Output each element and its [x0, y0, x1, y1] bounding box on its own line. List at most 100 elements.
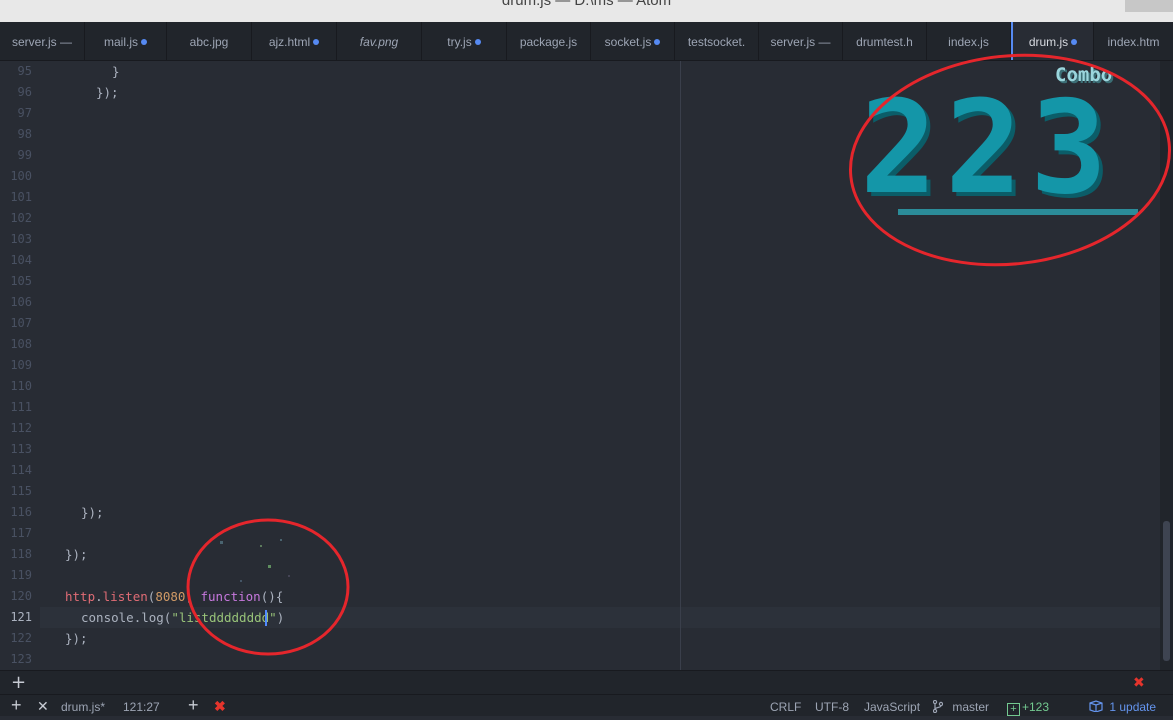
line-number: 96 — [17, 85, 32, 99]
tab-label: abc.jpg — [189, 35, 229, 49]
line-number: 119 — [10, 568, 32, 582]
token-method: log — [141, 610, 164, 625]
tab-label: socket.js — [604, 35, 652, 49]
token-paren: ) — [276, 610, 285, 625]
tab-abc-jpg[interactable]: abc.jpg — [167, 22, 252, 60]
git-branch-name: master — [952, 700, 990, 714]
scrollbar-thumb[interactable] — [1163, 521, 1170, 661]
panel-close-button[interactable]: ✖ — [1133, 672, 1145, 693]
tab-mail-js[interactable]: mail.js — [85, 22, 167, 60]
tab-testsocket[interactable]: testsocket. — [675, 22, 759, 60]
modified-dot-icon — [654, 39, 661, 45]
line-number: 118 — [10, 547, 32, 561]
code-line-120: http.listen(8080, function(){ — [65, 586, 283, 607]
tab-label: testsocket. — [687, 35, 746, 49]
line-number: 101 — [10, 190, 32, 204]
modified-dot-icon — [474, 39, 481, 45]
close-terminal-button[interactable]: ✕ — [37, 695, 49, 716]
line-number: 98 — [17, 127, 32, 141]
tab-package-json[interactable]: package.js — [507, 22, 591, 60]
bottom-panel-bar: + ✖ — [0, 670, 1173, 695]
add-terminal-button[interactable]: + — [11, 695, 22, 716]
line-number: 109 — [10, 358, 32, 372]
code-line-116: }); — [81, 505, 104, 520]
tab-fav-png[interactable]: fav.png — [337, 22, 422, 60]
line-number: 104 — [10, 253, 32, 267]
tab-label: server.js — — [11, 35, 72, 49]
line-number: 100 — [10, 169, 32, 183]
code-line-96: }); — [96, 85, 119, 100]
token-rest: (){ — [260, 589, 284, 604]
code-line-121: console.log("listdddddddd") — [81, 607, 284, 628]
tab-label: mail.js — [103, 35, 138, 49]
status-encoding[interactable]: UTF-8 — [815, 695, 849, 716]
tab-label: fav.png — [359, 35, 399, 49]
tab-index-js[interactable]: index.js — [927, 22, 1011, 60]
line-number: 117 — [10, 526, 32, 540]
line-number-gutter: 95 96 97 98 99 100 101 102 103 104 105 1… — [0, 61, 40, 670]
modified-dot-icon — [1071, 39, 1078, 45]
git-branch[interactable]: master — [932, 695, 990, 716]
line-number: 106 — [10, 295, 32, 309]
text-cursor — [265, 610, 267, 626]
combo-timer-bar — [898, 209, 1138, 215]
tab-label: try.js — [447, 35, 472, 49]
modified-dot-icon — [313, 39, 320, 45]
line-number: 108 — [10, 337, 32, 351]
modified-dot-icon — [141, 39, 147, 45]
line-number-current: 121 — [10, 610, 32, 624]
package-updates[interactable]: 1 update — [1089, 695, 1156, 716]
package-icon — [1089, 700, 1103, 713]
title-bar: drum.js — D:\ms — Atom — [0, 0, 1173, 22]
line-number: 103 — [10, 232, 32, 246]
token-comma: , — [185, 589, 201, 604]
tab-label: index.htm — [1107, 35, 1160, 49]
token-number: 8080 — [155, 589, 186, 604]
tab-server-js[interactable]: server.js — — [0, 22, 85, 60]
tab-label: server.js — — [770, 35, 831, 49]
code-line-95: } — [112, 64, 120, 79]
line-number: 115 — [10, 484, 32, 498]
code-line-118: }); — [65, 547, 88, 562]
vertical-scrollbar[interactable] — [1160, 61, 1173, 670]
panel-add-button[interactable]: + — [11, 672, 26, 693]
line-number: 95 — [17, 64, 32, 78]
close-panel-button[interactable]: ✖ — [214, 695, 226, 716]
status-cursor-position[interactable]: 121:27 — [123, 695, 160, 716]
tab-drum-js[interactable]: drum.js — [1011, 22, 1094, 60]
status-grammar[interactable]: JavaScript — [864, 695, 920, 716]
wrap-guide — [680, 61, 681, 670]
tab-label: drum.js — [1028, 35, 1069, 49]
token-keyword: function — [200, 589, 261, 604]
tab-bar: server.js — mail.js abc.jpg ajz.html fav… — [0, 22, 1173, 61]
tab-label: ajz.html — [268, 35, 311, 49]
branch-icon — [932, 699, 944, 714]
git-changes[interactable]: + +123 — [1007, 695, 1049, 716]
add-panel-button[interactable]: + — [188, 695, 199, 716]
window-close-button[interactable] — [1125, 0, 1173, 12]
tab-socket-js[interactable]: socket.js — [591, 22, 675, 60]
token-object: http — [65, 589, 96, 604]
tab-ajz-html[interactable]: ajz.html — [252, 22, 337, 60]
token-method: listen — [102, 589, 148, 604]
line-number: 97 — [17, 106, 32, 120]
line-number: 122 — [10, 631, 32, 645]
status-bar: + ✕ drum.js* 121:27 + ✖ CRLF UTF-8 JavaS… — [0, 694, 1173, 716]
git-added-icon: + — [1007, 703, 1020, 716]
line-number: 110 — [10, 379, 32, 393]
line-number: 99 — [17, 148, 32, 162]
line-number: 102 — [10, 211, 32, 225]
tab-try-js[interactable]: try.js — [422, 22, 507, 60]
line-number: 123 — [10, 652, 32, 666]
tab-label: package.js — [519, 35, 578, 49]
line-number: 114 — [10, 463, 32, 477]
token-object: console — [81, 610, 134, 625]
status-line-ending[interactable]: CRLF — [770, 695, 801, 716]
line-number: 111 — [10, 400, 32, 414]
tab-index-html[interactable]: index.htm — [1094, 22, 1173, 60]
line-number: 105 — [10, 274, 32, 288]
tab-server-js-2[interactable]: server.js — — [759, 22, 843, 60]
tab-drumtest-html[interactable]: drumtest.h — [843, 22, 927, 60]
status-file-name[interactable]: drum.js* — [61, 695, 105, 716]
token-dot: . — [95, 589, 103, 604]
